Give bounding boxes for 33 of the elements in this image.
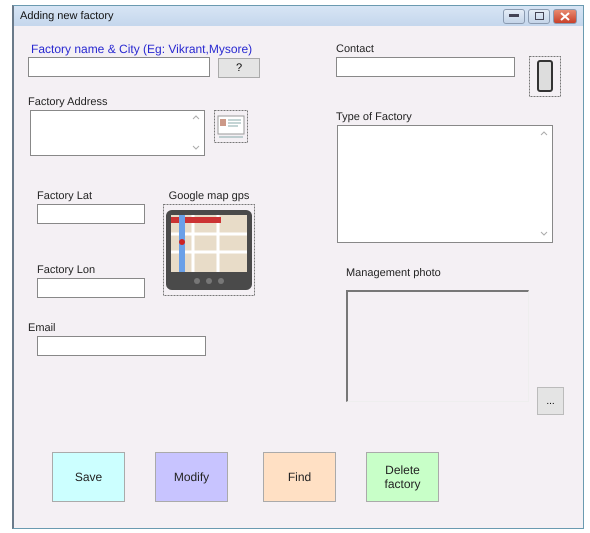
input-field[interactable] bbox=[37, 336, 206, 356]
action-button[interactable]: Save bbox=[52, 452, 125, 502]
phone-icon[interactable] bbox=[529, 56, 561, 97]
text-area[interactable] bbox=[337, 125, 553, 243]
close-button[interactable] bbox=[553, 8, 577, 24]
action-button[interactable]: Find bbox=[263, 452, 336, 502]
minimize-icon bbox=[509, 14, 519, 18]
text-area[interactable] bbox=[30, 110, 205, 156]
maximize-button[interactable] bbox=[528, 8, 550, 24]
input-field[interactable] bbox=[28, 57, 210, 77]
field-label: Factory Lat bbox=[37, 190, 92, 203]
action-button[interactable]: Modify bbox=[155, 452, 228, 502]
input-field[interactable] bbox=[37, 204, 145, 224]
input-field[interactable] bbox=[336, 57, 515, 77]
field-label: Factory Lon bbox=[37, 264, 96, 277]
maximize-icon bbox=[534, 12, 544, 20]
scroll-arrows-icon bbox=[192, 114, 200, 152]
field-label: Management photo bbox=[346, 267, 441, 280]
browse-button[interactable]: ... bbox=[537, 387, 564, 415]
window-title: Adding new factory bbox=[20, 10, 114, 22]
action-button[interactable]: Delete factory bbox=[366, 452, 439, 502]
field-label: Factory Address bbox=[28, 96, 108, 109]
field-label: Email bbox=[28, 322, 56, 335]
field-label: Type of Factory bbox=[336, 111, 412, 124]
minimize-button[interactable] bbox=[503, 8, 525, 24]
field-label: Google map gps bbox=[168, 190, 250, 203]
help-button[interactable]: ? bbox=[218, 58, 260, 78]
input-field[interactable] bbox=[37, 278, 145, 298]
field-label: Contact bbox=[336, 43, 374, 56]
contact-card-icon[interactable] bbox=[214, 110, 248, 143]
close-icon bbox=[560, 12, 570, 20]
map-icon[interactable] bbox=[163, 204, 255, 296]
field-label: Factory name & City (Eg: Vikrant,Mysore) bbox=[31, 43, 252, 56]
